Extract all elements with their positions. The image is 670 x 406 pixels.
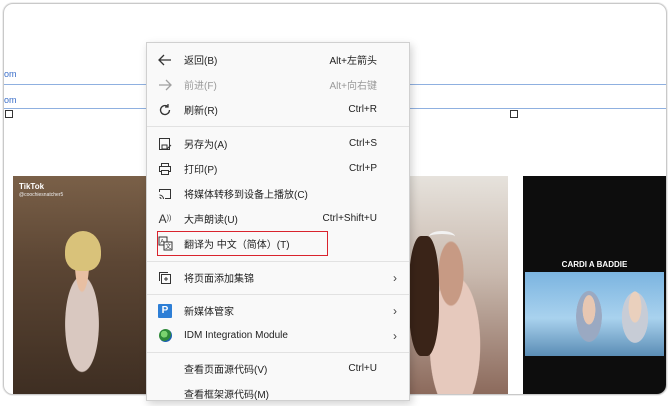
idm-icon — [157, 328, 173, 344]
p-icon: P — [157, 303, 173, 319]
background-link[interactable]: om — [4, 69, 17, 79]
menu-item-idm-integration[interactable]: IDM Integration Module › — [147, 323, 409, 348]
tiktok-logo: TikTok — [19, 182, 45, 191]
translate-highlight-box — [157, 231, 328, 256]
thumbnail-person — [615, 286, 655, 356]
submenu-chevron-icon: › — [393, 303, 397, 318]
video-thumbnail[interactable]: CARDI A BADDIE — [523, 176, 666, 394]
thumbnail-caption: CARDI A BADDIE — [561, 260, 628, 269]
menu-item-label: 大声朗读(U) — [184, 215, 238, 226]
menu-item-read-aloud[interactable]: A)) 大声朗读(U) Ctrl+Shift+U — [147, 206, 409, 231]
video-thumbnail[interactable] — [409, 176, 508, 394]
menu-item-label: 另存为(A) — [184, 140, 228, 151]
menu-item-shortcut: Ctrl+Shift+U — [322, 213, 377, 224]
menu-item-back[interactable]: 返回(B) Alt+左箭头 — [147, 47, 409, 72]
menu-item-label: 新媒体管家 — [184, 307, 234, 318]
menu-item-print[interactable]: 打印(P) Ctrl+P — [147, 156, 409, 181]
menu-separator — [147, 261, 409, 262]
menu-item-view-source[interactable]: 查看页面源代码(V) Ctrl+U — [147, 356, 409, 381]
submenu-chevron-icon: › — [393, 270, 397, 285]
background-link[interactable]: om — [4, 95, 17, 105]
menu-separator — [147, 352, 409, 353]
menu-item-label: 返回(B) — [184, 56, 218, 67]
menu-item-label: IDM Integration Module — [184, 330, 288, 341]
menu-item-label: 打印(P) — [184, 165, 218, 176]
menu-item-shortcut: Alt+向右键 — [329, 81, 377, 92]
menu-item-shortcut: Alt+左箭头 — [329, 56, 377, 67]
menu-item-forward[interactable]: 前进(F) Alt+向右键 — [147, 72, 409, 97]
video-thumbnail[interactable]: TikTok @coochiesnatcher5 — [13, 176, 149, 394]
menu-item-label: 将媒体转移到设备上播放(C) — [184, 190, 308, 201]
menu-item-label: 刷新(R) — [184, 106, 218, 117]
menu-item-label: 前进(F) — [184, 81, 217, 92]
menu-item-save-as[interactable]: 另存为(A) Ctrl+S — [147, 131, 409, 156]
forward-arrow-icon — [157, 77, 173, 93]
thumbnail-hair — [65, 231, 101, 271]
back-arrow-icon — [157, 52, 173, 68]
menu-item-shortcut: Ctrl+U — [348, 363, 377, 374]
tiktok-username: @coochiesnatcher5 — [19, 192, 64, 198]
menu-item-view-frame-source[interactable]: 查看框架源代码(M) — [147, 381, 409, 406]
menu-item-shortcut: Ctrl+S — [348, 138, 377, 149]
menu-item-label: 将页面添加集锦 — [184, 274, 254, 285]
context-menu: 返回(B) Alt+左箭头 前进(F) Alt+向右键 刷新(R) Ctrl+R… — [146, 42, 410, 401]
menu-item-shortcut: Ctrl+R — [348, 104, 377, 115]
menu-item-media-manager[interactable]: P 新媒体管家 › — [147, 298, 409, 323]
cast-icon — [157, 186, 173, 202]
menu-separator — [147, 126, 409, 127]
resize-handle[interactable] — [5, 110, 13, 118]
menu-item-add-to-collections[interactable]: 将页面添加集锦 › — [147, 265, 409, 290]
refresh-icon — [157, 102, 173, 118]
collections-icon — [157, 270, 173, 286]
thumbnail-scene — [525, 272, 664, 356]
thumbnail-hair — [409, 236, 439, 356]
printer-icon — [157, 161, 173, 177]
menu-item-cast-media[interactable]: 将媒体转移到设备上播放(C) — [147, 181, 409, 206]
menu-item-refresh[interactable]: 刷新(R) Ctrl+R — [147, 97, 409, 122]
read-aloud-icon: A)) — [158, 211, 172, 226]
resize-handle[interactable] — [510, 110, 518, 118]
menu-separator — [147, 294, 409, 295]
tiara-shape — [429, 231, 455, 242]
save-as-icon — [157, 136, 173, 152]
thumbnail-person — [569, 290, 609, 356]
menu-item-label: 查看页面源代码(V) — [184, 365, 268, 376]
submenu-chevron-icon: › — [393, 328, 397, 343]
menu-item-shortcut: Ctrl+P — [348, 163, 377, 174]
